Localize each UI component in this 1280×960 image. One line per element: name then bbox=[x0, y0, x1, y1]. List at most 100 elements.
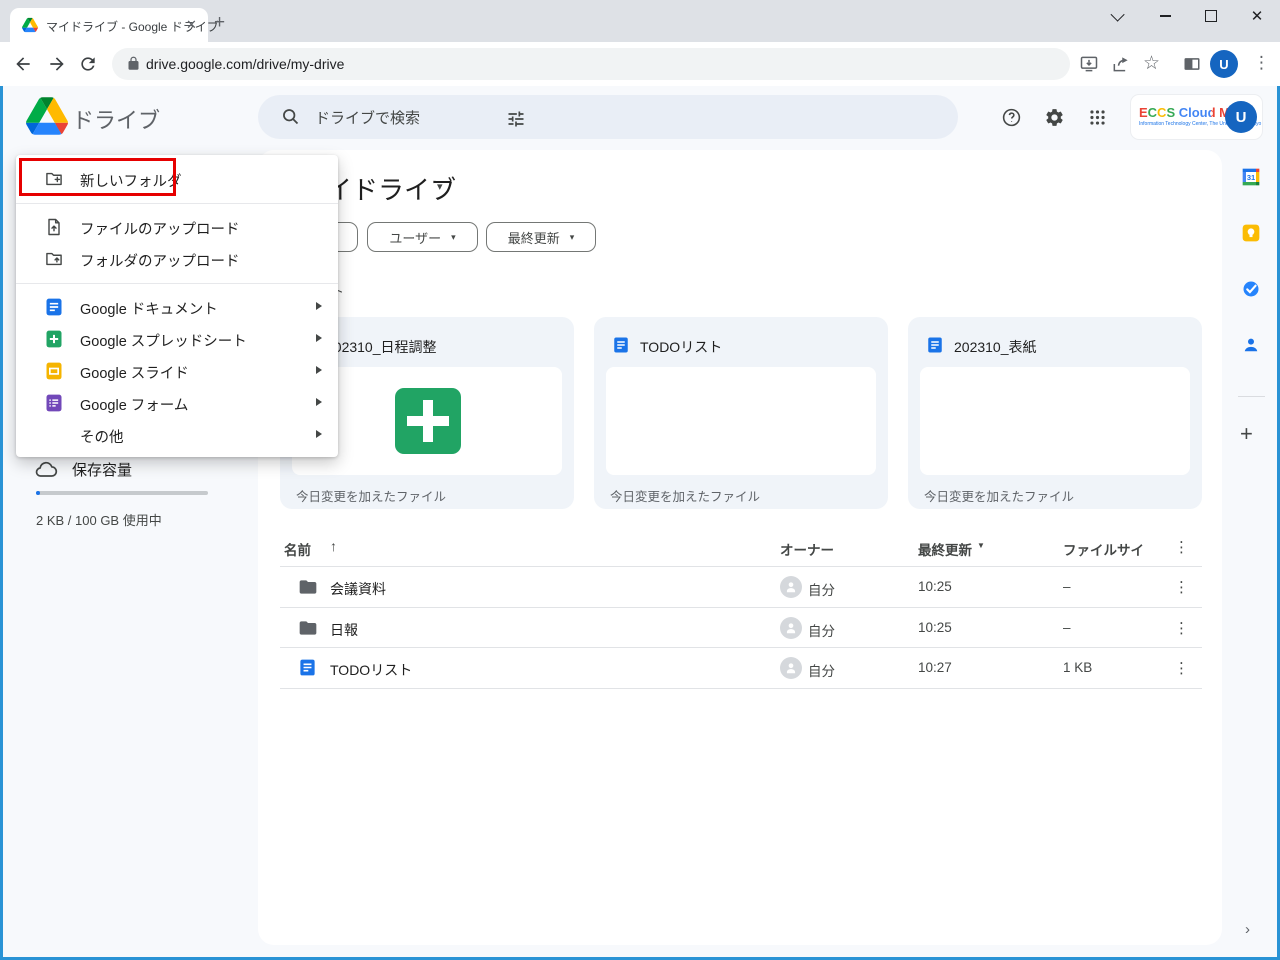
drive-logo-icon[interactable] bbox=[26, 97, 68, 140]
drive-favicon bbox=[22, 17, 38, 33]
side-panel-icon[interactable] bbox=[1182, 54, 1202, 79]
divider bbox=[280, 688, 1202, 689]
submenu-arrow-icon bbox=[316, 398, 322, 406]
keep-icon[interactable] bbox=[1241, 223, 1261, 243]
owner-name: 自分 bbox=[808, 620, 835, 640]
storage-usage-text: 2 KB / 100 GB 使用中 bbox=[36, 510, 162, 529]
file-card-title: 202310_表紙 bbox=[954, 337, 1037, 357]
file-card-footer: 今日変更を加えたファイル bbox=[924, 486, 1074, 505]
minimize-button[interactable] bbox=[1142, 0, 1188, 32]
submenu-arrow-icon bbox=[316, 430, 322, 438]
sheets-icon bbox=[44, 329, 64, 349]
drive-profile-avatar[interactable]: U bbox=[1225, 101, 1257, 133]
file-card[interactable]: TODOリスト 今日変更を加えたファイル bbox=[594, 317, 888, 509]
tab-close-icon[interactable]: ✕ bbox=[186, 17, 197, 33]
chevron-down-icon: ▾ bbox=[570, 232, 575, 243]
table-options-icon[interactable]: ⋮ bbox=[1174, 538, 1189, 556]
divider bbox=[1238, 396, 1265, 397]
browser-profile-avatar[interactable]: U bbox=[1210, 50, 1238, 78]
column-header-name[interactable]: 名前 bbox=[284, 539, 311, 559]
file-card-footer: 今日変更を加えたファイル bbox=[296, 486, 446, 505]
sort-descending-icon: ▼ bbox=[977, 541, 985, 550]
browser-menu-icon[interactable]: ⋮ bbox=[1253, 53, 1270, 73]
table-header-row: 名前 ↑ オーナー 最終更新 ▼ ファイルサイ ⋮ bbox=[280, 530, 1202, 566]
install-icon[interactable] bbox=[1079, 54, 1099, 79]
get-add-ons-icon[interactable]: + bbox=[1240, 421, 1253, 447]
file-size: 1 KB bbox=[1063, 660, 1092, 675]
annotation-highlight-box bbox=[19, 158, 176, 196]
modified-time: 10:25 bbox=[918, 579, 952, 594]
filter-chip-user-label: ユーザー bbox=[389, 228, 441, 247]
contacts-icon[interactable] bbox=[1241, 335, 1261, 355]
reload-icon[interactable] bbox=[78, 54, 98, 79]
bookmark-star-icon[interactable]: ☆ bbox=[1143, 52, 1160, 75]
folder-upload-icon bbox=[44, 249, 64, 269]
forward-icon[interactable] bbox=[47, 54, 67, 79]
menu-item-google-docs[interactable]: Google ドキュメント bbox=[16, 291, 338, 323]
sidebar-item-storage[interactable]: 保存容量 bbox=[72, 459, 132, 480]
owner-avatar bbox=[780, 576, 802, 598]
lock-icon bbox=[126, 56, 141, 76]
menu-item-google-forms[interactable]: Google フォーム bbox=[16, 387, 338, 419]
page-title-caret-icon[interactable]: ▾ bbox=[437, 180, 443, 193]
new-tab-button[interactable]: + bbox=[214, 12, 225, 34]
column-header-owner[interactable]: オーナー bbox=[780, 539, 834, 559]
file-card-footer: 今日変更を加えたファイル bbox=[610, 486, 760, 505]
docs-icon bbox=[44, 297, 64, 317]
filter-chip-modified[interactable]: 最終更新 ▾ bbox=[486, 222, 596, 252]
tasks-icon[interactable] bbox=[1241, 279, 1261, 299]
owner-avatar bbox=[780, 617, 802, 639]
back-icon[interactable] bbox=[13, 54, 33, 79]
column-header-size[interactable]: ファイルサイ bbox=[1063, 539, 1144, 559]
sort-ascending-icon[interactable]: ↑ bbox=[330, 538, 337, 554]
apps-grid-icon[interactable] bbox=[1088, 108, 1107, 132]
table-row[interactable]: 日報 自分 10:25 – ⋮ bbox=[280, 608, 1202, 648]
help-icon[interactable] bbox=[1001, 107, 1022, 133]
cloud-storage-icon bbox=[34, 458, 58, 487]
file-name: TODOリスト bbox=[330, 660, 412, 680]
menu-item-google-slides[interactable]: Google スライド bbox=[16, 355, 338, 387]
modified-time: 10:27 bbox=[918, 660, 952, 675]
account-badge[interactable]: ECCS Cloud Mail Information Technology C… bbox=[1131, 95, 1262, 139]
sheets-logo-icon bbox=[395, 388, 461, 454]
menu-item-google-sheets[interactable]: Google スプレッドシート bbox=[16, 323, 338, 355]
drive-app-name: ドライブ bbox=[72, 103, 160, 135]
settings-gear-icon[interactable] bbox=[1044, 107, 1065, 133]
menu-item-folder-upload[interactable]: フォルダのアップロード bbox=[16, 243, 338, 275]
file-card-title: TODOリスト bbox=[640, 337, 722, 357]
docs-file-icon bbox=[298, 658, 317, 682]
file-card-preview bbox=[606, 367, 876, 475]
share-icon[interactable] bbox=[1111, 54, 1131, 79]
docs-file-icon bbox=[926, 336, 944, 354]
file-card-preview bbox=[920, 367, 1190, 475]
hide-side-panel-icon[interactable]: › bbox=[1245, 921, 1250, 938]
divider bbox=[16, 283, 338, 284]
row-options-icon[interactable]: ⋮ bbox=[1174, 619, 1189, 637]
tab-search-icon[interactable] bbox=[1096, 0, 1142, 32]
search-options-icon[interactable] bbox=[506, 109, 526, 134]
browser-tab[interactable]: マイドライブ - Google ドライブ ✕ bbox=[10, 8, 208, 42]
file-card[interactable]: 202310_表紙 今日変更を加えたファイル bbox=[908, 317, 1202, 509]
storage-progress-fill bbox=[36, 491, 40, 495]
owner-avatar bbox=[780, 657, 802, 679]
filter-chip-user[interactable]: ユーザー ▾ bbox=[367, 222, 478, 252]
close-button[interactable]: ✕ bbox=[1234, 0, 1280, 32]
column-header-modified[interactable]: 最終更新 bbox=[918, 539, 972, 559]
search-icon bbox=[280, 106, 301, 132]
url-text: drive.google.com/drive/my-drive bbox=[146, 54, 344, 74]
file-size: – bbox=[1063, 620, 1071, 635]
maximize-button[interactable] bbox=[1188, 0, 1234, 32]
chevron-down-icon: ▾ bbox=[451, 232, 456, 243]
calendar-icon[interactable]: 31 bbox=[1241, 167, 1261, 187]
svg-text:31: 31 bbox=[1247, 173, 1255, 182]
menu-item-file-upload[interactable]: ファイルのアップロード bbox=[16, 211, 338, 243]
table-row[interactable]: TODOリスト 自分 10:27 1 KB ⋮ bbox=[280, 648, 1202, 688]
submenu-arrow-icon bbox=[316, 366, 322, 374]
window-border-left bbox=[0, 86, 3, 960]
menu-item-more[interactable]: その他 bbox=[16, 419, 338, 451]
file-card-title: 202310_日程調整 bbox=[326, 337, 437, 357]
table-row[interactable]: 会議資料 自分 10:25 – ⋮ bbox=[280, 567, 1202, 607]
row-options-icon[interactable]: ⋮ bbox=[1174, 578, 1189, 596]
row-options-icon[interactable]: ⋮ bbox=[1174, 659, 1189, 677]
submenu-arrow-icon bbox=[316, 334, 322, 342]
